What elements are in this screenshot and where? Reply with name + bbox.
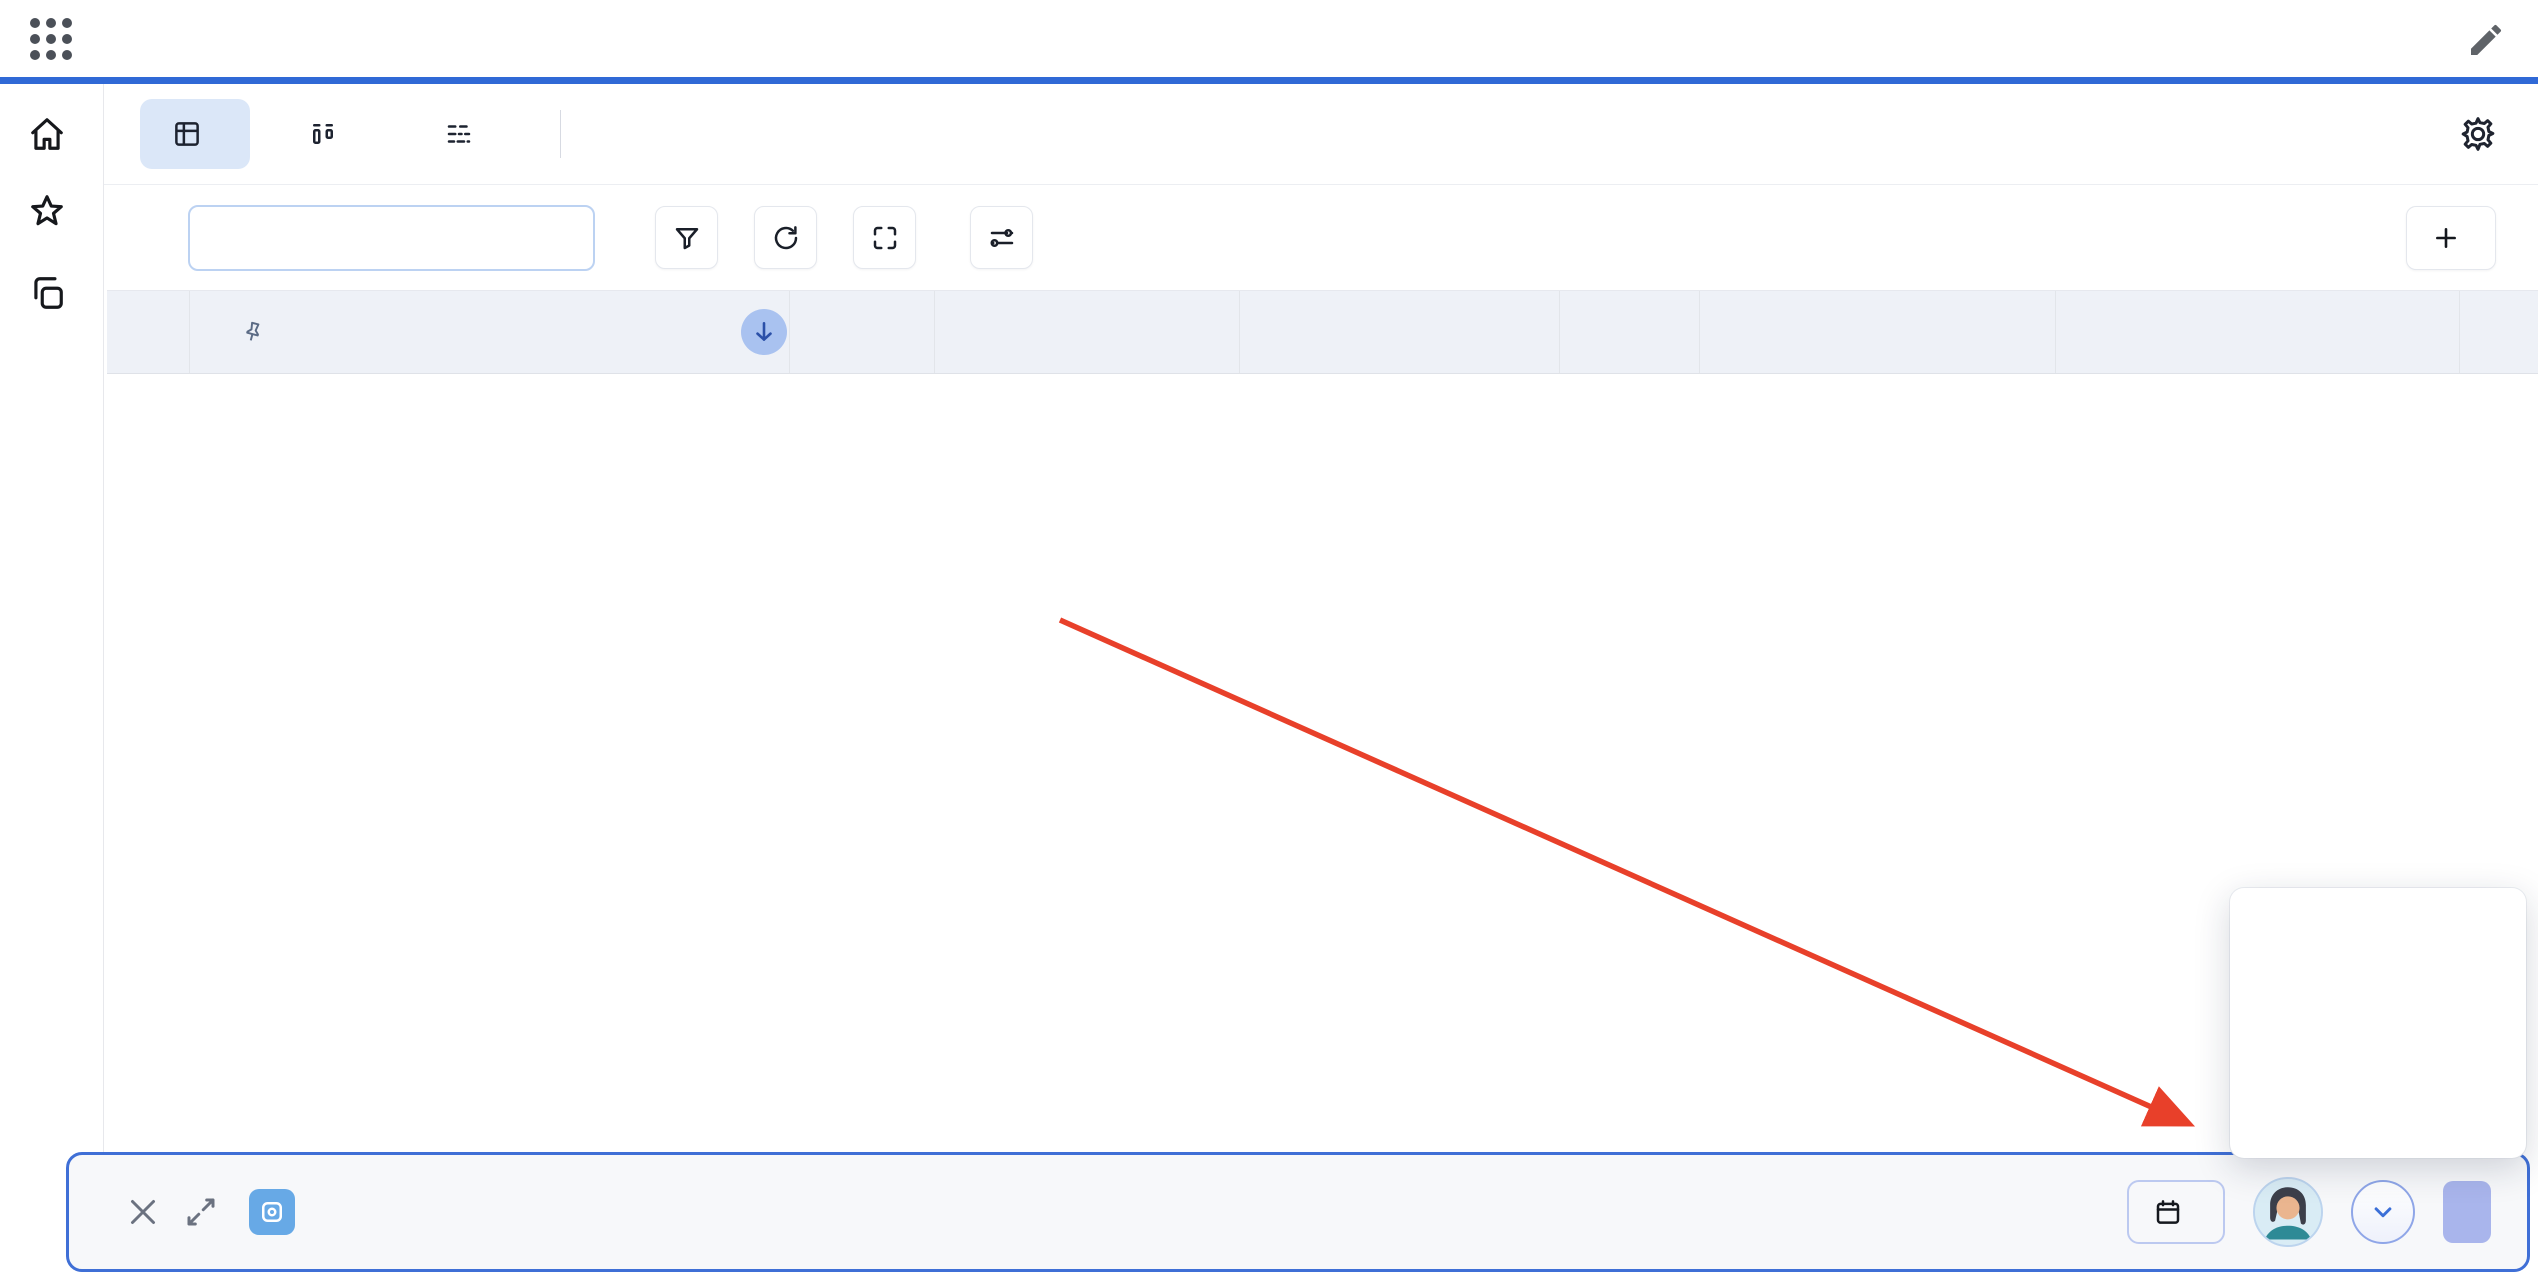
pin-icon[interactable] [240,319,266,345]
views-divider [560,110,561,158]
col-header-priority[interactable] [1240,291,1560,373]
expand-icon[interactable] [183,1194,219,1230]
search-input[interactable] [188,205,595,271]
new-item-input[interactable] [323,1193,2127,1231]
col-header-num[interactable] [107,291,190,373]
table-view-icon [172,119,202,149]
edit-pencil-icon[interactable] [2466,20,2506,60]
sort-descending-indicator[interactable] [741,309,787,355]
apps-grid-icon[interactable] [30,18,72,60]
filter-button[interactable] [655,206,718,269]
col-header-gap [790,291,935,373]
tab-kanban-view[interactable] [276,99,386,169]
col-header-due-date[interactable] [2056,291,2460,373]
gear-icon[interactable] [2458,114,2498,154]
quick-add-controls [2127,1177,2491,1247]
app-header [0,0,2538,77]
add-item-button[interactable] [2406,206,2496,270]
view-settings-button[interactable] [970,206,1033,269]
col-header-actions [2460,291,2538,373]
left-sidebar [0,84,104,1250]
projects-stack-icon[interactable] [28,274,66,312]
col-header-name[interactable] [190,291,790,373]
toolbar-row [104,185,2538,290]
quick-add-bar[interactable] [66,1152,2530,1272]
save-button[interactable] [2443,1181,2491,1243]
new-item-type-icon[interactable] [249,1189,295,1235]
views-row [104,84,2538,185]
items-table [107,290,2538,1250]
col-header-color[interactable] [1560,291,1700,373]
kanban-view-icon [308,119,338,149]
tab-table-view[interactable] [140,99,250,169]
resource-scheduler-icon [444,119,474,149]
save-options-chevron[interactable] [2351,1180,2415,1244]
col-header-status[interactable] [935,291,1240,373]
priority-dropdown [2230,888,2526,1158]
star-icon[interactable] [28,192,66,230]
main-area [104,84,2538,1250]
calendar-icon [2153,1197,2183,1227]
fullscreen-button[interactable] [853,206,916,269]
tab-resource-scheduler-view[interactable] [412,99,522,169]
accent-divider [0,77,2538,84]
assignee-avatar[interactable] [2253,1177,2323,1247]
date-range-picker[interactable] [2127,1180,2225,1244]
home-icon[interactable] [28,115,66,153]
close-icon[interactable] [125,1194,161,1230]
col-header-start-date[interactable] [1700,291,2056,373]
table-header-row [107,290,2538,374]
plus-icon [2433,225,2459,251]
refresh-button[interactable] [754,206,817,269]
